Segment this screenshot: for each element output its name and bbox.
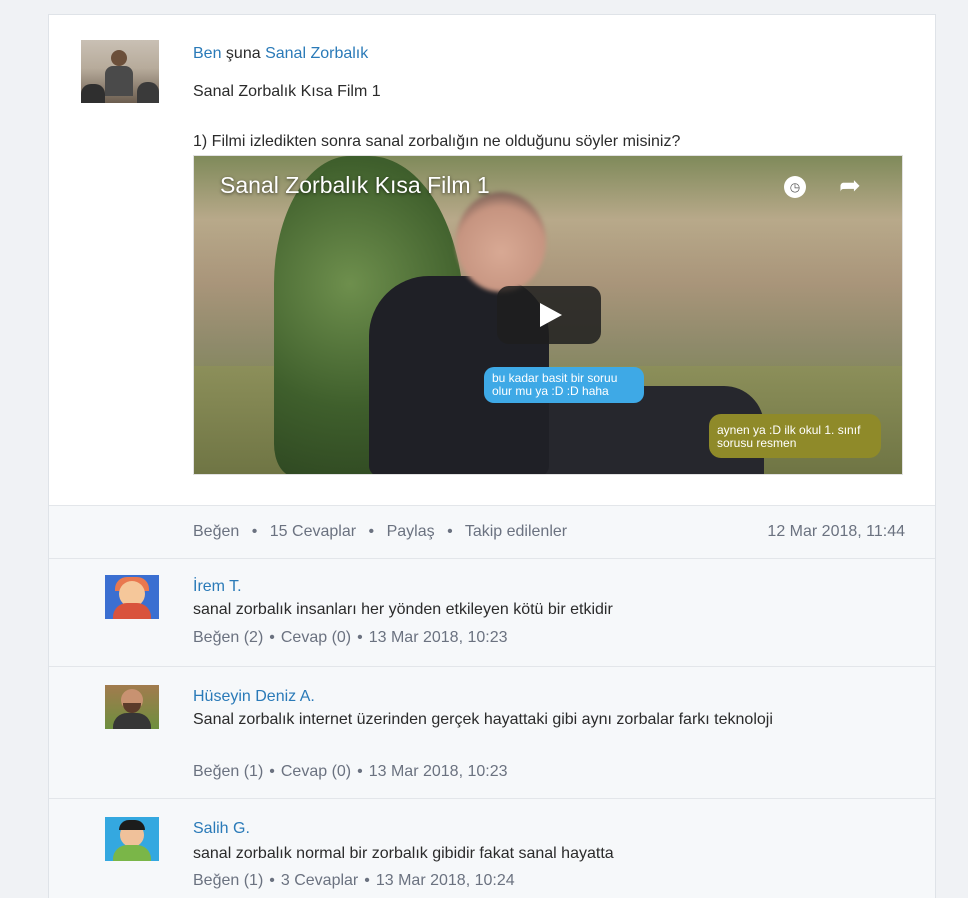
- reply-meta: Beğen (2) • Cevap (0) • 13 Mar 2018, 10:23: [193, 629, 508, 647]
- reply-avatar[interactable]: [105, 685, 159, 729]
- follow-button[interactable]: Takip edilenler: [465, 523, 567, 540]
- author-link[interactable]: Ben: [193, 45, 221, 62]
- video-player[interactable]: Sanal Zorbalık Kısa Film 1 ◷ ➦ bu kadar …: [193, 155, 903, 475]
- post-action-bar: Beğen • 15 Cevaplar • Paylaş • Takip edi…: [49, 505, 935, 559]
- post-title: Sanal Zorbalık Kısa Film 1: [193, 83, 381, 100]
- chat-bubble-blue: bu kadar basit bir soruu olur mu ya :D :…: [484, 367, 644, 403]
- post-header: Ben şuna Sanal Zorbalık: [193, 45, 368, 63]
- reply-like-button[interactable]: Beğen (1): [193, 763, 263, 780]
- separator-dot: •: [447, 523, 453, 540]
- play-icon[interactable]: [497, 286, 601, 344]
- post-actions: Beğen • 15 Cevaplar • Paylaş • Takip edi…: [193, 523, 567, 541]
- video-title[interactable]: Sanal Zorbalık Kısa Film 1: [220, 172, 490, 199]
- reply-like-button[interactable]: Beğen (1): [193, 872, 263, 889]
- reply-author[interactable]: Salih G.: [193, 820, 250, 838]
- connector-text: şuna: [225, 45, 261, 62]
- reply-item: İrem T. sanal zorbalık insanları her yön…: [49, 559, 935, 667]
- reply-meta: Beğen (1) • 3 Cevaplar • 13 Mar 2018, 10:24: [193, 872, 515, 890]
- share-icon[interactable]: ➦: [839, 172, 861, 198]
- reply-reply-button[interactable]: Cevap (0): [281, 763, 351, 780]
- reply-text: Sanal zorbalık internet üzerinden gerçek…: [193, 711, 773, 728]
- target-link[interactable]: Sanal Zorbalık: [265, 45, 368, 62]
- reply-item: Hüseyin Deniz A. Sanal zorbalık internet…: [49, 667, 935, 799]
- replies-button[interactable]: 15 Cevaplar: [270, 523, 356, 540]
- reply-avatar[interactable]: [105, 817, 159, 861]
- reply-item: Salih G. sanal zorbalık normal bir zorba…: [49, 799, 935, 898]
- separator-dot: •: [269, 872, 275, 889]
- reply-meta: Beğen (1) • Cevap (0) • 13 Mar 2018, 10:23: [193, 763, 508, 781]
- video-person-head: [456, 192, 546, 292]
- post-date: 12 Mar 2018, 11:44: [767, 523, 905, 540]
- separator-dot: •: [251, 523, 258, 540]
- reply-date: 13 Mar 2018, 10:23: [368, 763, 508, 780]
- post-question: 1) Filmi izledikten sonra sanal zorbalığ…: [193, 133, 681, 150]
- reply-reply-button[interactable]: Cevap (0): [281, 629, 351, 646]
- reply-author[interactable]: Hüseyin Deniz A.: [193, 688, 315, 706]
- reply-text: sanal zorbalık normal bir zorbalık gibid…: [193, 845, 614, 862]
- reply-date: 13 Mar 2018, 10:23: [368, 629, 508, 646]
- post-card: Ben şuna Sanal Zorbalık Sanal Zorbalık K…: [48, 14, 936, 898]
- separator-dot: •: [368, 523, 375, 540]
- like-button[interactable]: Beğen: [193, 523, 239, 540]
- separator-dot: •: [269, 629, 275, 646]
- reply-like-button[interactable]: Beğen (2): [193, 629, 263, 646]
- share-button[interactable]: Paylaş: [387, 523, 435, 540]
- separator-dot: •: [364, 872, 370, 889]
- separator-dot: •: [357, 629, 363, 646]
- reply-date: 13 Mar 2018, 10:24: [375, 872, 515, 889]
- reply-reply-button[interactable]: 3 Cevaplar: [281, 872, 358, 889]
- reply-avatar[interactable]: [105, 575, 159, 619]
- separator-dot: •: [357, 763, 363, 780]
- clock-icon[interactable]: ◷: [784, 176, 806, 198]
- reply-author[interactable]: İrem T.: [193, 578, 242, 596]
- author-avatar[interactable]: [81, 40, 159, 103]
- separator-dot: •: [269, 763, 275, 780]
- post: Ben şuna Sanal Zorbalık Sanal Zorbalık K…: [49, 15, 935, 505]
- chat-bubble-olive: aynen ya :D ilk okul 1. sınıf sorusu res…: [709, 414, 881, 458]
- reply-text: sanal zorbalık insanları her yönden etki…: [193, 601, 613, 618]
